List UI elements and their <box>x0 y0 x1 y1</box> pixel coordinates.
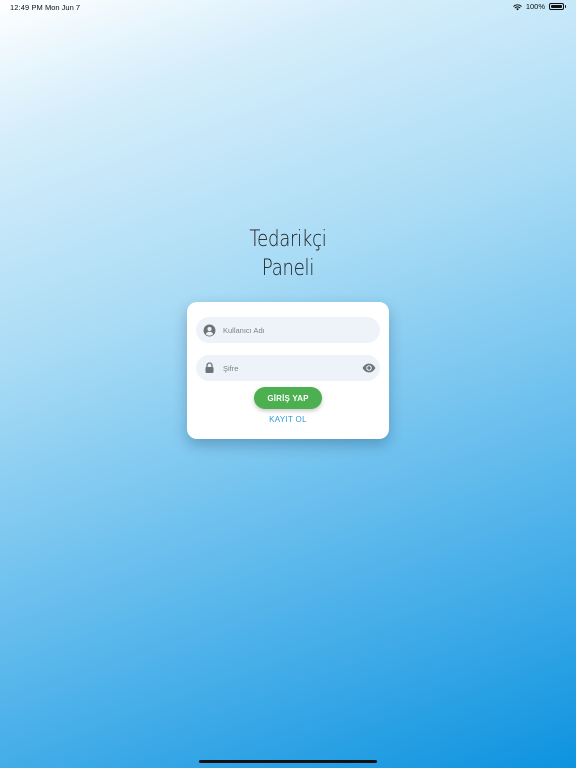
page-title: Tedarikçi Paneli <box>0 225 576 283</box>
password-input[interactable] <box>222 355 358 381</box>
status-time: 12:49 PM <box>10 3 43 12</box>
wifi-icon <box>513 3 522 10</box>
battery-percent: 100% <box>525 2 545 11</box>
status-date: Mon Jun 7 <box>45 3 81 12</box>
title-line-1: Tedarikçi <box>249 227 327 252</box>
home-indicator[interactable] <box>199 760 377 763</box>
user-circle-icon <box>196 324 222 337</box>
lock-icon <box>196 362 222 374</box>
password-field <box>196 355 380 381</box>
eye-icon[interactable] <box>358 363 380 373</box>
username-input[interactable] <box>222 317 380 343</box>
status-indicators: 100% <box>513 2 566 11</box>
login-button[interactable]: GİRİŞ YAP <box>254 387 322 409</box>
login-card: GİRİŞ YAP KAYIT OL <box>187 302 389 439</box>
title-line-2: Paneli <box>261 256 315 281</box>
battery-fill <box>551 5 562 8</box>
username-field <box>196 317 380 343</box>
status-bar: 12:49 PM Mon Jun 7 100% <box>0 0 576 16</box>
battery-icon <box>549 3 566 10</box>
register-link[interactable]: KAYIT OL <box>187 415 389 424</box>
